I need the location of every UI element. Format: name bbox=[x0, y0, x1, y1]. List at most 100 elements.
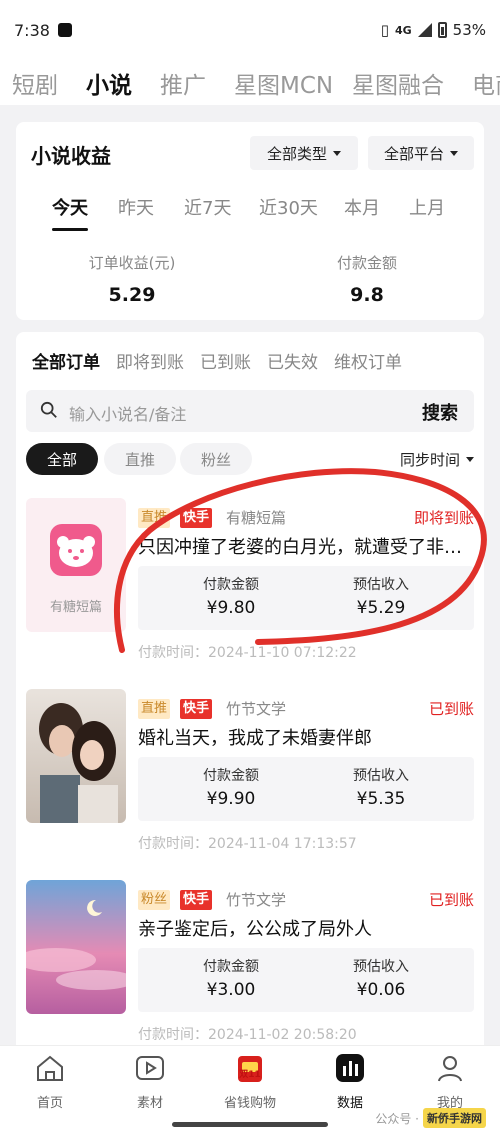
pay-label: 付款金额 bbox=[203, 959, 259, 975]
vibrate-icon: ▯ bbox=[380, 21, 389, 39]
type-filter-dropdown[interactable]: 全部类型 bbox=[250, 136, 358, 170]
gesture-bar[interactable] bbox=[172, 1122, 328, 1127]
cover-couple-image bbox=[26, 689, 126, 823]
summary-title: 小说收益 bbox=[31, 144, 111, 168]
battery-icon bbox=[437, 22, 447, 38]
filter-pill-fans[interactable]: 粉丝 bbox=[180, 443, 252, 475]
date-tab-this-month[interactable]: 本月 bbox=[344, 194, 380, 220]
status-right: ▯ 4G 53% bbox=[381, 21, 486, 39]
tag-direct: 直推 bbox=[138, 699, 171, 719]
top-nav-item-short-drama[interactable]: 短剧 bbox=[12, 66, 58, 100]
order-income-label: 订单收益(元) bbox=[88, 254, 176, 272]
date-tab-today[interactable]: 今天 bbox=[52, 194, 88, 220]
order-time: 付款时间：2024-11-10 07:12:22 bbox=[138, 645, 357, 661]
order-item[interactable]: 有糖短篇 直推 快手 有糖短篇 即将到账 只因冲撞了老婆的白月光，就遭受了非… … bbox=[16, 498, 484, 678]
order-amounts: 付款金额 ¥9.80 预估收入 ¥5.29 bbox=[138, 566, 474, 630]
top-nav-item-novel[interactable]: 小说 bbox=[86, 66, 132, 100]
pay-label: 付款金额 bbox=[203, 577, 259, 593]
home-icon bbox=[37, 1055, 63, 1081]
app-notification-icon bbox=[57, 23, 72, 37]
filter-pill-direct[interactable]: 直推 bbox=[104, 443, 176, 475]
platform-filter-dropdown[interactable]: 全部平台 bbox=[368, 136, 474, 170]
network-label: 4G bbox=[394, 23, 412, 37]
book-cover: 有糖短篇 bbox=[26, 498, 126, 632]
payment-amount-label: 付款金额 bbox=[336, 254, 397, 272]
tag-kuaishou: 快手 bbox=[180, 699, 213, 719]
order-amounts: 付款金额 ¥9.90 预估收入 ¥5.35 bbox=[138, 757, 474, 821]
date-tab-7days[interactable]: 近7天 bbox=[184, 194, 231, 220]
bottom-nav-home[interactable]: 首页 bbox=[10, 1052, 90, 1111]
payment-amount-value: 9.8 bbox=[350, 284, 384, 306]
order-tab-all[interactable]: 全部订单 bbox=[32, 348, 100, 373]
tag-kuaishou: 快手 bbox=[180, 508, 213, 528]
search-bar: 输入小说名/备注 搜索 bbox=[26, 390, 474, 432]
battery-level: 53% bbox=[452, 21, 486, 39]
income-summary-card: 小说收益 全部类型 全部平台 今天 昨天 近7天 近30天 本月 上月 订单收益… bbox=[16, 122, 484, 320]
double11-badge: 双11 bbox=[239, 1070, 261, 1080]
caret-down-icon bbox=[333, 150, 341, 156]
signal-icon bbox=[417, 23, 432, 37]
top-nav-item-promote[interactable]: 推广 bbox=[160, 66, 206, 100]
top-nav-item-xingtu-mcn[interactable]: 星图MCN bbox=[234, 66, 333, 100]
order-author: 有糖短篇 bbox=[226, 509, 287, 527]
bottom-nav-shopping[interactable]: 双11 省钱购物 bbox=[210, 1052, 290, 1111]
bottom-nav-material-label: 素材 bbox=[136, 1096, 163, 1111]
caret-down-icon bbox=[466, 457, 474, 462]
cover-sky-image bbox=[26, 880, 126, 1014]
order-item[interactable]: 直推 快手 竹节文学 已到账 婚礼当天，我成了未婚妻伴郎 付款金额 ¥9.90 … bbox=[16, 689, 484, 869]
tag-direct: 直推 bbox=[138, 508, 171, 528]
order-tab-pending[interactable]: 即将到账 bbox=[116, 348, 184, 373]
tag-kuaishou: 快手 bbox=[180, 890, 213, 910]
bottom-nav-data[interactable]: 数据 bbox=[310, 1052, 390, 1111]
order-author: 竹节文学 bbox=[226, 891, 287, 909]
book-cover bbox=[26, 880, 126, 1014]
search-button[interactable]: 搜索 bbox=[422, 399, 458, 425]
order-time: 付款时间：2024-11-02 20:58:20 bbox=[138, 1027, 357, 1043]
top-nav-item-ecommerce[interactable]: 电商 bbox=[472, 66, 500, 100]
watermark: 公众号 · 新侨手游网 bbox=[375, 1108, 486, 1128]
date-tabs: 今天 昨天 近7天 近30天 本月 上月 bbox=[16, 194, 484, 234]
platform-filter-label: 全部平台 bbox=[383, 144, 444, 163]
income-value: ¥0.06 bbox=[356, 980, 406, 1000]
cover-label: 有糖短篇 bbox=[49, 600, 102, 615]
tag-fans: 粉丝 bbox=[138, 890, 171, 910]
date-tab-last-month[interactable]: 上月 bbox=[409, 194, 445, 220]
bottom-nav-material[interactable]: 素材 bbox=[110, 1052, 190, 1111]
order-item[interactable]: 粉丝 快手 竹节文学 已到账 亲子鉴定后，公公成了局外人 付款金额 ¥3.00 … bbox=[16, 880, 484, 1052]
book-cover bbox=[26, 689, 126, 823]
watermark-logo: 新侨手游网 bbox=[423, 1108, 486, 1128]
income-value: ¥5.35 bbox=[356, 789, 406, 809]
order-amounts: 付款金额 ¥3.00 预估收入 ¥0.06 bbox=[138, 948, 474, 1012]
order-status: 已到账 bbox=[428, 700, 474, 718]
top-nav-item-xingtu-fusion[interactable]: 星图融合 bbox=[352, 66, 444, 100]
pay-label: 付款金额 bbox=[203, 768, 259, 784]
pay-value: ¥9.90 bbox=[206, 789, 256, 809]
orders-card: 全部订单 即将到账 已到账 已失效 维权订单 输入小说名/备注 搜索 全部 直推… bbox=[16, 332, 484, 1052]
order-author: 竹节文学 bbox=[226, 700, 287, 718]
bottom-nav-me[interactable]: 我的 bbox=[410, 1052, 490, 1111]
active-tab-indicator bbox=[52, 228, 88, 231]
bottom-nav-shopping-label: 省钱购物 bbox=[223, 1096, 276, 1111]
order-status: 即将到账 bbox=[413, 509, 474, 527]
order-tab-expired[interactable]: 已失效 bbox=[267, 348, 318, 373]
order-time: 付款时间：2024-11-04 17:13:57 bbox=[138, 836, 357, 852]
top-nav: 短剧 小说 推广 星图MCN 星图融合 电商 bbox=[0, 60, 500, 105]
status-time: 7:38 bbox=[14, 20, 50, 40]
sort-dropdown[interactable]: 同步时间 bbox=[400, 449, 474, 470]
income-label: 预估收入 bbox=[353, 768, 409, 784]
date-tab-yesterday[interactable]: 昨天 bbox=[118, 194, 154, 220]
bar-chart-icon bbox=[336, 1054, 364, 1082]
search-input[interactable]: 输入小说名/备注 bbox=[69, 401, 186, 425]
search-icon bbox=[40, 401, 57, 418]
order-status: 已到账 bbox=[428, 891, 474, 909]
sort-label: 同步时间 bbox=[399, 451, 460, 469]
pay-value: ¥3.00 bbox=[206, 980, 256, 1000]
status-bar: 7:38 ▯ 4G 53% bbox=[0, 0, 500, 60]
filter-pill-all[interactable]: 全部 bbox=[26, 443, 98, 475]
order-title: 只因冲撞了老婆的白月光，就遭受了非… bbox=[138, 537, 462, 558]
income-value: ¥5.29 bbox=[356, 598, 406, 618]
type-filter-label: 全部类型 bbox=[266, 144, 327, 163]
order-tab-received[interactable]: 已到账 bbox=[200, 348, 251, 373]
order-tab-disputes[interactable]: 维权订单 bbox=[334, 348, 402, 373]
date-tab-30days[interactable]: 近30天 bbox=[259, 194, 318, 220]
